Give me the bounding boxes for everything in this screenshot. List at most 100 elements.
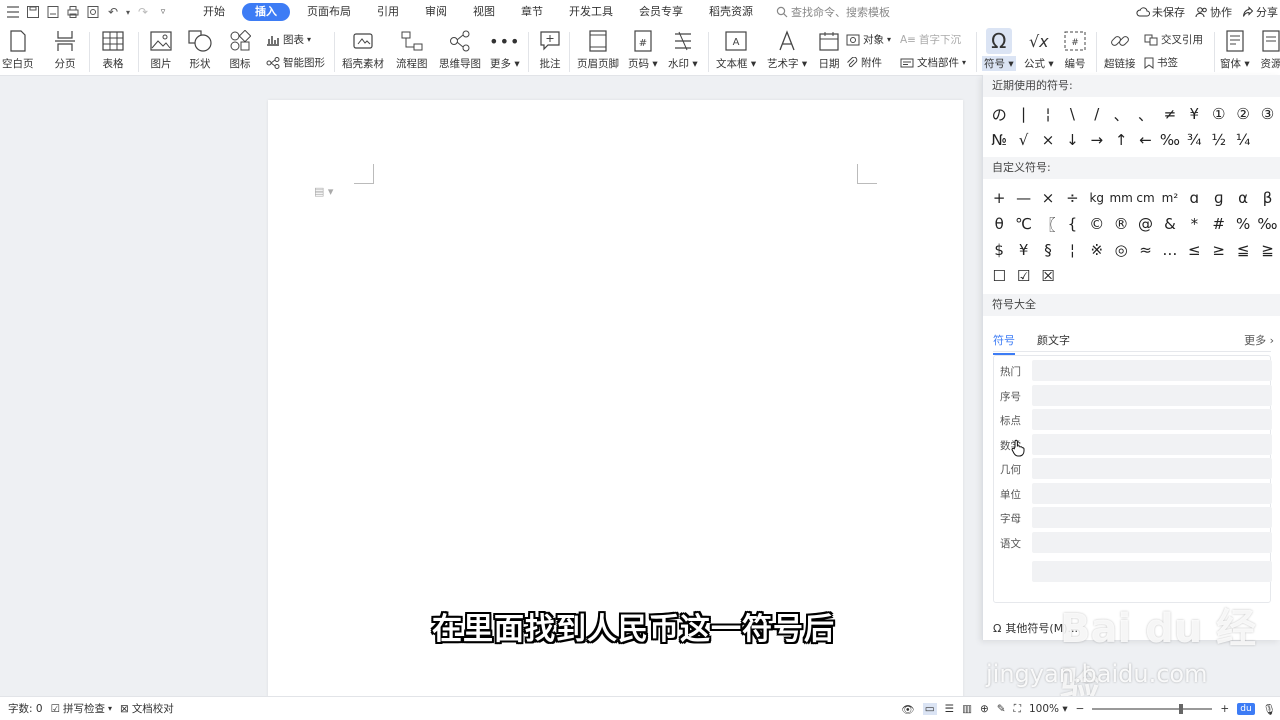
symbol-cell[interactable]: ≦ [1231, 237, 1255, 263]
symbol-cell[interactable]: × [1036, 127, 1060, 153]
table-button[interactable]: 表格 [100, 28, 126, 71]
blank-page-button[interactable]: 空白页 [2, 28, 34, 71]
symbol-category-item[interactable]: 序号 [1000, 385, 1021, 410]
symbol-cell[interactable]: 、 [1133, 101, 1157, 127]
microphone-icon[interactable]: 🎙 [1263, 703, 1276, 716]
symbol-cell[interactable]: 〖 [1036, 211, 1060, 237]
date-button[interactable]: 日期 [816, 28, 842, 71]
write-mode-icon[interactable]: ✎ [997, 703, 1006, 715]
symbol-cell[interactable]: — [1011, 185, 1035, 211]
header-footer-button[interactable]: 页眉页脚 [577, 28, 619, 71]
more-symbols-link[interactable]: 更多 › [1244, 332, 1274, 348]
symbol-cell[interactable]: ↓ [1060, 127, 1084, 153]
symbol-category-item[interactable]: 单位 [1000, 483, 1021, 508]
symbol-cell[interactable]: β [1255, 185, 1279, 211]
customize-toolbar-icon[interactable]: ▿ [154, 3, 172, 21]
symbol-cell[interactable]: ☒ [1036, 263, 1060, 289]
word-count[interactable]: 字数: 0 [8, 701, 43, 716]
symbol-cell[interactable]: ↑ [1109, 127, 1133, 153]
symbol-cell[interactable]: + [987, 185, 1011, 211]
symbol-cell[interactable]: ¥ [1182, 101, 1206, 127]
redo-icon[interactable]: ↷ [134, 3, 152, 21]
symbol-button[interactable]: Ω 符号 ▾ [982, 28, 1016, 71]
symbol-cell[interactable]: √ [1011, 127, 1035, 153]
symbol-cell[interactable]: … [1158, 237, 1182, 263]
comment-button[interactable]: 批注 [537, 28, 563, 71]
symbol-cell[interactable]: ‰ [1158, 127, 1182, 153]
symbol-cell[interactable]: ≤ [1182, 237, 1206, 263]
symbol-cell[interactable]: ½ [1207, 127, 1231, 153]
more-button[interactable]: ••• 更多 ▾ [489, 28, 519, 71]
symbol-cell[interactable]: → [1085, 127, 1109, 153]
symbol-cell[interactable]: ☐ [987, 263, 1011, 289]
mindmap-button[interactable]: 思维导图 [439, 28, 481, 71]
symbol-cell[interactable]: № [987, 127, 1011, 153]
symbol-cell[interactable]: ¦ [1060, 237, 1084, 263]
tab-section[interactable]: 章节 [508, 3, 556, 21]
symbol-cell[interactable]: θ [987, 211, 1011, 237]
symbol-cell[interactable]: ℃ [1011, 211, 1035, 237]
symbol-cell[interactable]: の [987, 101, 1011, 127]
symbol-cell[interactable]: 、 [1109, 101, 1133, 127]
undo-icon[interactable]: ↶ [104, 3, 122, 21]
symbol-cell[interactable]: { [1060, 211, 1084, 237]
symbol-cell[interactable]: ≧ [1255, 237, 1279, 263]
save-icon[interactable] [24, 3, 42, 21]
du-badge[interactable]: du [1237, 703, 1255, 715]
wordart-button[interactable]: 艺术字 ▾ [767, 28, 807, 71]
hyperlink-button[interactable]: 超链接 [1104, 28, 1136, 71]
symbol-cell[interactable]: ☑ [1011, 263, 1035, 289]
tab-developer[interactable]: 开发工具 [556, 3, 626, 21]
tab-insert[interactable]: 插入 [242, 3, 290, 21]
symbol-cell[interactable]: ɑ [1182, 185, 1206, 211]
zoom-level[interactable]: 100% ▾ [1029, 703, 1068, 715]
tab-page-layout[interactable]: 页面布局 [294, 3, 364, 21]
undo-dropdown-icon[interactable]: ▾ [124, 3, 132, 21]
window-button[interactable]: 窗体 ▾ [1220, 28, 1250, 71]
symbol-cell[interactable]: ≠ [1158, 101, 1182, 127]
textbox-button[interactable]: A 文本框 ▾ [716, 28, 756, 71]
symbol-category-item[interactable]: 字母 [1000, 507, 1021, 532]
symbol-cell[interactable]: ¦ [1036, 101, 1060, 127]
file-menu-icon[interactable] [4, 3, 22, 21]
symbol-cell[interactable]: © [1085, 211, 1109, 237]
drop-cap-button[interactable]: A≡ 首字下沉 [900, 32, 961, 47]
flowchart-button[interactable]: 流程图 [396, 28, 428, 71]
share-button[interactable]: 分享 [1242, 4, 1278, 20]
docer-material-button[interactable]: 稻壳素材 [342, 28, 384, 71]
symbol-cell[interactable]: cm [1133, 185, 1157, 211]
page-view-icon[interactable]: ▭ [922, 703, 937, 715]
symbol-cell[interactable]: @ [1133, 211, 1157, 237]
fit-page-icon[interactable]: ⛶ [1014, 703, 1021, 716]
tab-view[interactable]: 视图 [460, 3, 508, 21]
symbol-cell[interactable]: ◎ [1109, 237, 1133, 263]
unsaved-status[interactable]: 未保存 [1136, 4, 1185, 20]
symbol-cell[interactable]: $ [987, 237, 1011, 263]
formula-button[interactable]: √x 公式 ▾ [1024, 28, 1054, 71]
zoom-slider-handle[interactable] [1179, 704, 1184, 714]
symbol-category-item[interactable]: 标点 [1000, 409, 1021, 434]
chart-button[interactable]: 图表 ▾ [266, 32, 311, 47]
tab-home[interactable]: 开始 [190, 3, 238, 21]
symbol-cell[interactable]: ≈ [1133, 237, 1157, 263]
read-view-icon[interactable]: ▥ [962, 703, 972, 715]
symbol-cell[interactable]: ① [1207, 101, 1231, 127]
tab-member[interactable]: 会员专享 [626, 3, 696, 21]
tab-docer[interactable]: 稻壳资源 [696, 3, 766, 21]
page-break-button[interactable]: 分页 [52, 28, 78, 71]
symbol-cell[interactable]: ɡ [1207, 185, 1231, 211]
symbol-cell[interactable]: ← [1133, 127, 1157, 153]
doc-parts-button[interactable]: 文档部件 ▾ [900, 55, 966, 70]
symbol-cell[interactable]: kg [1085, 185, 1109, 211]
symbol-cell[interactable]: ® [1109, 211, 1133, 237]
page-number-button[interactable]: # 页码 ▾ [628, 28, 658, 71]
eye-protection-icon[interactable]: 👁 [901, 703, 914, 716]
resources-button[interactable]: 资源 [1258, 28, 1280, 71]
symbol-category-item[interactable]: 语文 [1000, 532, 1021, 557]
spell-check-button[interactable]: ☑ 拼写检查 ▾ [51, 701, 112, 716]
picture-button[interactable]: 图片 [148, 28, 174, 71]
symbol-cell[interactable]: ② [1231, 101, 1255, 127]
symbol-cell[interactable]: | [1011, 101, 1035, 127]
outline-view-icon[interactable]: ☰ [945, 703, 954, 715]
print-icon[interactable] [64, 3, 82, 21]
